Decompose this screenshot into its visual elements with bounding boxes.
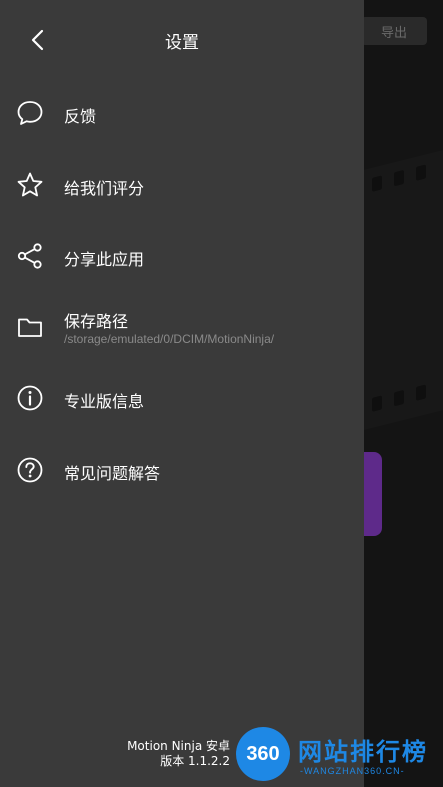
site-watermark: 360 网站排行榜 -WANGZHAN360.CN- xyxy=(232,722,443,787)
menu-item-label: 常见问题解答 xyxy=(64,464,161,483)
info-icon xyxy=(16,384,44,412)
menu-item-rate[interactable]: 给我们评分 xyxy=(0,154,364,214)
menu-item-label: 给我们评分 xyxy=(64,179,145,198)
help-icon xyxy=(16,456,44,484)
menu-item-faq[interactable]: 常见问题解答 xyxy=(0,439,364,499)
drawer-header: 设置 xyxy=(0,0,364,78)
settings-drawer: 设置 反馈 给我们评分 分享此应用 保存路径 /storage/emulated… xyxy=(0,0,364,787)
page-title: 设置 xyxy=(165,33,199,53)
save-path-value: /storage/emulated/0/DCIM/MotionNinja/ xyxy=(64,332,275,346)
version-info: Motion Ninja 安卓 版本 1.1.2.2 xyxy=(127,739,230,769)
version-app-name: Motion Ninja 安卓 xyxy=(127,739,230,753)
menu-item-label: 反馈 xyxy=(64,107,97,126)
export-button[interactable]: 导出 xyxy=(361,17,427,45)
star-icon xyxy=(16,171,44,199)
menu-item-label: 专业版信息 xyxy=(64,392,145,411)
menu-item-share[interactable]: 分享此应用 xyxy=(0,226,364,286)
menu-item-feedback[interactable]: 反馈 xyxy=(0,83,364,143)
watermark-logo-icon: 360 xyxy=(236,727,290,781)
watermark-title: 网站排行榜 xyxy=(298,738,428,766)
watermark-url: -WANGZHAN360.CN- xyxy=(300,766,405,776)
share-icon xyxy=(16,242,44,270)
menu-item-pro-info[interactable]: 专业版信息 xyxy=(0,368,364,428)
folder-icon xyxy=(16,313,44,341)
version-number: 版本 1.1.2.2 xyxy=(160,754,230,768)
menu-item-label: 分享此应用 xyxy=(64,250,145,269)
menu-item-label: 保存路径 xyxy=(64,312,129,331)
chat-bubble-icon xyxy=(16,99,44,127)
film-strip-graphic xyxy=(364,150,443,430)
menu-item-save-path[interactable]: 保存路径 /storage/emulated/0/DCIM/MotionNinj… xyxy=(0,300,364,364)
